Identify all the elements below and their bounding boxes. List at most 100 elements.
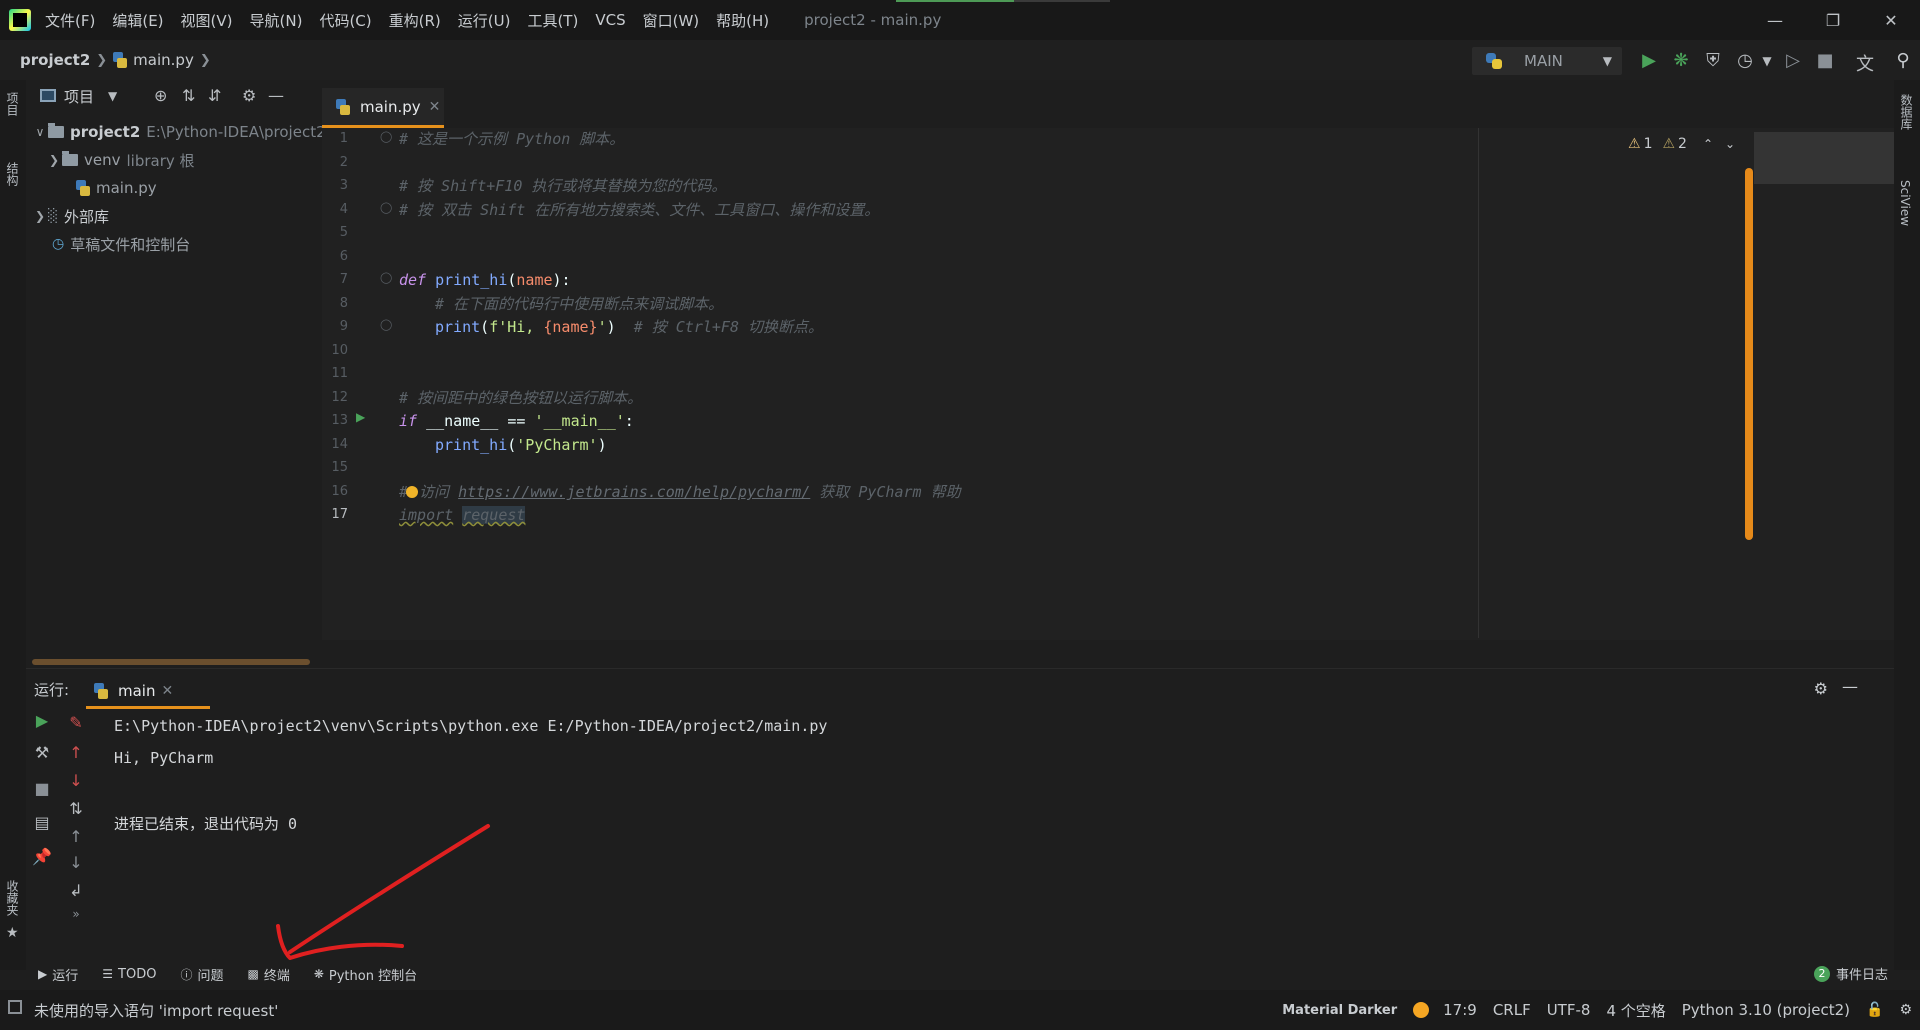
close-window-button[interactable]: ✕ <box>1862 0 1920 40</box>
close-tab-icon[interactable]: ✕ <box>161 683 173 699</box>
code-line-7: def print_hi(name): <box>399 271 571 289</box>
menu-file[interactable]: 文件(F) <box>45 10 95 31</box>
todo-tool-button[interactable]: ☰ TODO <box>102 967 156 982</box>
menu-view[interactable]: 视图(V) <box>181 10 233 31</box>
minimize-button[interactable]: — <box>1746 0 1804 40</box>
stop-icon[interactable]: ■ <box>1814 50 1836 71</box>
previous-highlight-icon[interactable]: ⌃ <box>1703 137 1713 151</box>
terminal-tool-button[interactable]: ▩ 终端 <box>247 965 289 984</box>
menu-tools[interactable]: 工具(T) <box>527 10 578 31</box>
structure-tool-tab[interactable]: 结构 <box>4 162 21 186</box>
database-tool-tab[interactable]: 数据库 <box>1898 94 1915 130</box>
pin-icon[interactable]: 📌 <box>32 847 52 866</box>
project-view-select[interactable]: 项目 <box>64 86 94 107</box>
menu-vcs[interactable]: VCS <box>595 11 625 29</box>
wrench-icon[interactable]: ⚒ <box>32 743 52 762</box>
run-tool-window: 运行: main ✕ ⚙ — ▶ ⚒ ■ ▤ 📌 ✎ ↑ ↓ ⇅ ↑ ↓ ↲ »… <box>26 668 1894 970</box>
error-stripe-scrollbar[interactable] <box>1745 168 1753 540</box>
problems-tool-button[interactable]: ⓘ 问题 <box>180 965 223 984</box>
notifications-icon[interactable]: ⚙ <box>1899 1002 1912 1018</box>
coverage-icon[interactable]: ⛨ <box>1702 50 1724 71</box>
fold-icon[interactable]: ◯ <box>380 130 392 143</box>
run-icon[interactable]: ▶ <box>1638 50 1660 71</box>
profile-icon[interactable]: ◷ <box>1734 50 1756 71</box>
tab-main-py[interactable]: main.py ✕ <box>322 88 444 128</box>
unresolved-import[interactable]: request <box>462 506 526 524</box>
weak-warning-count: 2 <box>1678 136 1687 152</box>
favorites-tool-tab[interactable]: 收藏夹 <box>4 880 21 916</box>
chevron-down-icon[interactable]: ▼ <box>108 89 117 103</box>
tree-item-main-py[interactable]: main.py <box>76 174 157 202</box>
clear-output-icon[interactable]: ✎ <box>66 713 86 732</box>
run-configuration-select[interactable]: MAIN ▼ <box>1472 47 1622 75</box>
python-interpreter[interactable]: Python 3.10 (project2) <box>1682 1001 1850 1019</box>
run-configuration-label: MAIN <box>1524 52 1563 70</box>
menu-help[interactable]: 帮助(H) <box>716 10 769 31</box>
menu-window[interactable]: 窗口(W) <box>643 10 700 31</box>
tree-item-project-root[interactable]: ∨ project2 E:\Python-IDEA\project2 <box>32 118 326 146</box>
gutter-run-icon[interactable]: ▶ <box>356 410 365 424</box>
next-highlight-icon[interactable]: ⌄ <box>1725 137 1735 151</box>
rerun-icon[interactable]: ▶ <box>32 711 52 730</box>
project-tool-tab[interactable]: 项目 <box>4 92 21 116</box>
tree-item-venv[interactable]: ❯ venv library 根 <box>46 146 195 174</box>
translate-icon[interactable]: 文 <box>1854 50 1876 76</box>
more-icon[interactable]: » <box>66 907 86 921</box>
menu-run[interactable]: 运行(U) <box>458 10 511 31</box>
gear-icon[interactable]: ⚙ <box>1814 679 1828 698</box>
code-minimap[interactable] <box>1754 132 1894 184</box>
expand-all-icon[interactable]: ⇅ <box>182 86 195 105</box>
code-area[interactable]: # 这是一个示例 Python 脚本。 # 按 Shift+F10 执行或将其替… <box>399 128 1879 628</box>
sciview-tool-tab[interactable]: SciView <box>1898 180 1912 226</box>
fold-icon[interactable]: ◯ <box>380 271 392 284</box>
stop-icon[interactable]: ■ <box>32 779 52 798</box>
theme-indicator[interactable]: Material Darker <box>1282 1003 1397 1018</box>
gear-icon[interactable]: ⚙ <box>242 86 256 105</box>
indent-setting[interactable]: 4 个空格 <box>1606 1000 1665 1021</box>
tool-window-bar: ▶ 运行 ☰ TODO ⓘ 问题 ▩ 终端 ❋ Python 控制台 <box>26 960 1894 988</box>
horizontal-scrollbar[interactable] <box>32 659 310 665</box>
line-separator[interactable]: CRLF <box>1493 1001 1531 1019</box>
restore-button[interactable]: ❐ <box>1804 0 1862 40</box>
soft-wrap-icon[interactable]: ↲ <box>66 881 86 900</box>
menu-edit[interactable]: 编辑(E) <box>112 10 163 31</box>
locate-file-icon[interactable]: ⊕ <box>154 86 167 105</box>
arrow-down-icon[interactable]: ↓ <box>66 771 86 790</box>
more-run-chevron-icon[interactable]: ▼ <box>1756 54 1778 68</box>
collapse-all-icon[interactable]: ⇵ <box>208 86 221 105</box>
inspection-widget[interactable]: ⚠ 1 ⚠ 2 ⌃ ⌄ <box>1628 136 1735 152</box>
chevron-down-icon: ▼ <box>1602 54 1612 68</box>
file-encoding[interactable]: UTF-8 <box>1547 1001 1591 1019</box>
run-all-icon[interactable]: ▷ <box>1782 50 1804 71</box>
python-console-tool-button[interactable]: ❋ Python 控制台 <box>314 965 417 984</box>
arrow-up-icon[interactable]: ↑ <box>66 743 86 762</box>
lightbulb-icon[interactable] <box>406 486 419 498</box>
tree-item-scratches[interactable]: ◷ 草稿文件和控制台 <box>52 230 190 258</box>
breadcrumb-project[interactable]: project2 <box>20 51 90 69</box>
event-log-button[interactable]: 2 事件日志 <box>1813 964 1888 983</box>
help-link[interactable]: https://www.jetbrains.com/help/pycharm/ <box>458 483 810 501</box>
fold-icon[interactable]: ◯ <box>380 318 392 331</box>
arrow-up-icon[interactable]: ↑ <box>66 827 86 846</box>
hide-panel-icon[interactable]: — <box>268 86 284 105</box>
run-tool-button[interactable]: ▶ 运行 <box>38 965 78 984</box>
line-number-gutter: 1 2 3 4 5 6 7 8 9 10 11 12 13 14 15 16 1… <box>331 130 393 522</box>
layout-icon[interactable]: ▤ <box>32 813 52 832</box>
search-icon[interactable]: ⚲ <box>1892 50 1914 71</box>
run-tab-main[interactable]: main ✕ <box>86 675 210 709</box>
tree-item-external-libraries[interactable]: ❯ ░ 外部库 <box>32 202 109 230</box>
debug-icon[interactable]: ❋ <box>1670 50 1692 71</box>
menu-refactor[interactable]: 重构(R) <box>389 10 441 31</box>
hide-panel-icon[interactable]: — <box>1842 677 1858 696</box>
sort-icon[interactable]: ⇅ <box>66 799 86 818</box>
toggle-tool-windows-icon[interactable] <box>8 1000 22 1014</box>
menu-navigate[interactable]: 导航(N) <box>250 10 303 31</box>
title-bar: 文件(F) 编辑(E) 视图(V) 导航(N) 代码(C) 重构(R) 运行(U… <box>0 0 1920 40</box>
fold-icon[interactable]: ◯ <box>380 201 392 214</box>
close-tab-icon[interactable]: ✕ <box>429 99 441 115</box>
arrow-down-icon[interactable]: ↓ <box>66 853 86 872</box>
breadcrumb-file[interactable]: main.py <box>113 51 194 69</box>
caret-position[interactable]: 17:9 <box>1443 1001 1477 1019</box>
menu-code[interactable]: 代码(C) <box>319 10 371 31</box>
unlock-icon[interactable]: 🔓 <box>1866 1002 1883 1018</box>
